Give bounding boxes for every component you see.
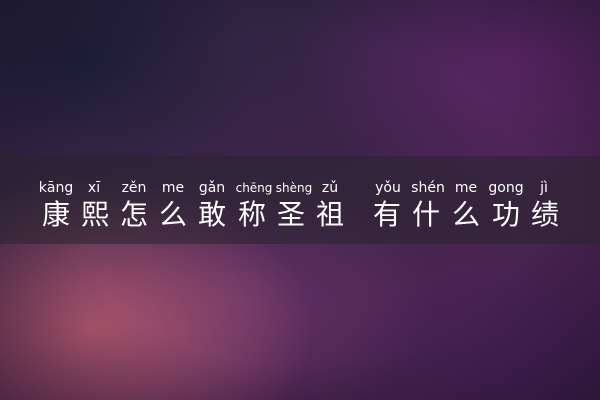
- pinyin-syllable: xī: [87, 180, 101, 196]
- title-character: 么: [158, 198, 187, 231]
- title-character: 敢: [197, 198, 226, 231]
- title-character: 熙: [80, 198, 109, 231]
- pinyin-syllable: jì: [540, 180, 548, 196]
- title-character: 么: [451, 198, 480, 231]
- pinyin-title: kāng 康 xī 熙 zěn 怎 me 么 gǎn 敢 chēng 称 shè…: [0, 156, 600, 244]
- pinyin-syllable: me: [161, 180, 185, 196]
- pinyin-syllable: shèng: [275, 181, 313, 195]
- pinyin-syllable: me: [454, 180, 478, 196]
- title-character: 功: [491, 198, 520, 231]
- title-character: 称: [237, 198, 266, 231]
- title-character: 什: [411, 198, 440, 231]
- title-character: 康: [41, 198, 70, 231]
- pinyin-syllable: chēng: [235, 181, 273, 195]
- title-banner: kāng 康 xī 熙 zěn 怎 me 么 gǎn 敢 chēng 称 shè…: [0, 156, 600, 244]
- pinyin-syllable: kāng: [38, 180, 74, 196]
- pinyin-syllable: zěn: [121, 180, 147, 196]
- pinyin-syllable: gǎn: [198, 180, 226, 196]
- title-character: 绩: [530, 198, 559, 231]
- pinyin-syllable: shén: [411, 180, 445, 196]
- title-character: 祖: [315, 198, 344, 231]
- pinyin-syllable: zǔ: [321, 180, 339, 196]
- pinyin-syllable: yǒu: [375, 180, 401, 196]
- pinyin-syllable: gong: [488, 180, 524, 196]
- title-character: 怎: [119, 198, 148, 231]
- title-character: 有: [372, 198, 401, 231]
- title-character: 圣: [276, 198, 305, 231]
